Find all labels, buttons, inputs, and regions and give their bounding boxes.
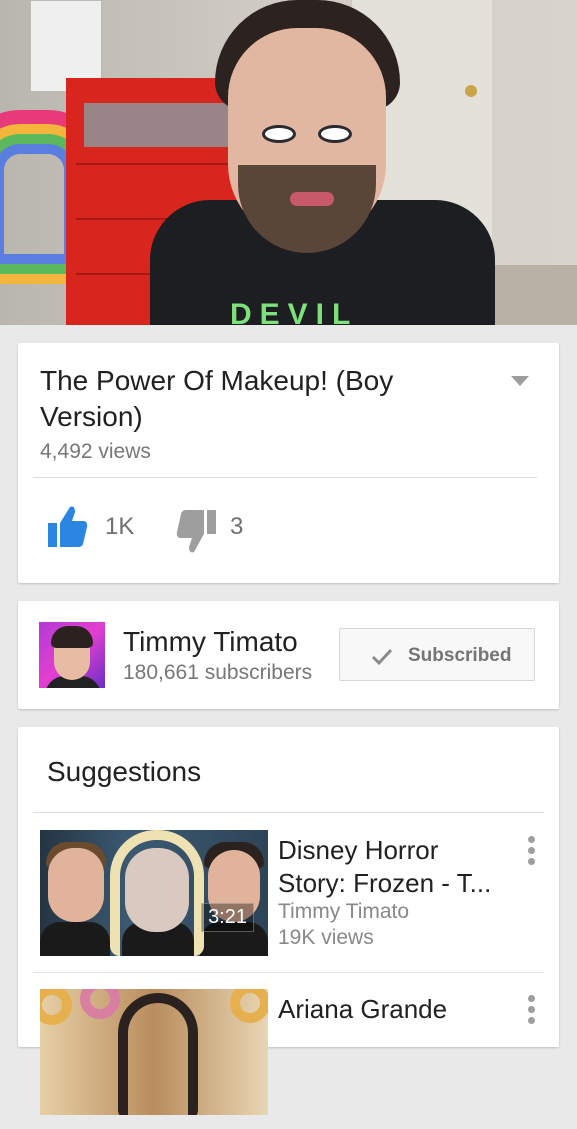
suggestion-item[interactable]: 3:21 Disney Horror Story: Frozen - T... … [18,830,559,970]
suggestion-title[interactable]: Disney Horror Story: Frozen - T... [278,834,508,900]
suggestions-card: Suggestions 3:21 Disney Horror Story: Fr… [18,727,559,1115]
video-frame-left-eye [262,125,296,143]
suggestion-title[interactable]: Ariana Grande [278,993,508,1026]
channel-card: Timmy Timato 180,661 subscribers Subscri… [18,601,559,709]
video-frame-mouth [290,192,334,206]
thumbs-up-icon[interactable] [48,503,88,553]
video-player[interactable]: DEVIL [0,0,577,325]
subscriber-count: 180,661 subscribers [123,661,313,684]
dislike-count: 3 [230,513,244,540]
subscribed-button[interactable]: Subscribed [339,628,535,681]
suggestion-item[interactable]: Ariana Grande [18,989,559,1129]
checkmark-icon [371,648,393,666]
video-frame-shirt-text: DEVIL [230,298,359,325]
video-frame-right-eye [318,125,352,143]
more-options-icon[interactable] [526,836,536,868]
suggestion-thumbnail[interactable]: 3:21 [40,830,268,956]
more-options-icon[interactable] [526,995,536,1027]
suggestion-thumbnail[interactable] [40,989,268,1115]
video-duration: 3:21 [201,903,254,932]
suggestion-views: 19K views [278,926,374,949]
view-count: 4,492 views [40,440,151,463]
like-count: 1K [105,513,135,540]
subscribed-button-label: Subscribed [408,645,512,666]
video-frame-door-knob [465,85,477,97]
divider [33,477,537,478]
thumbs-down-icon[interactable] [176,506,216,556]
divider [33,972,544,973]
expand-description-icon[interactable] [511,376,529,386]
suggestions-heading: Suggestions [47,756,202,787]
video-title: The Power Of Makeup! (Boy Version) [40,365,394,432]
channel-avatar[interactable] [39,622,105,688]
divider [33,812,544,813]
video-info-card: The Power Of Makeup! (Boy Version) 4,492… [18,343,559,583]
channel-name[interactable]: Timmy Timato [123,626,298,658]
suggestion-channel: Timmy Timato [278,900,410,923]
